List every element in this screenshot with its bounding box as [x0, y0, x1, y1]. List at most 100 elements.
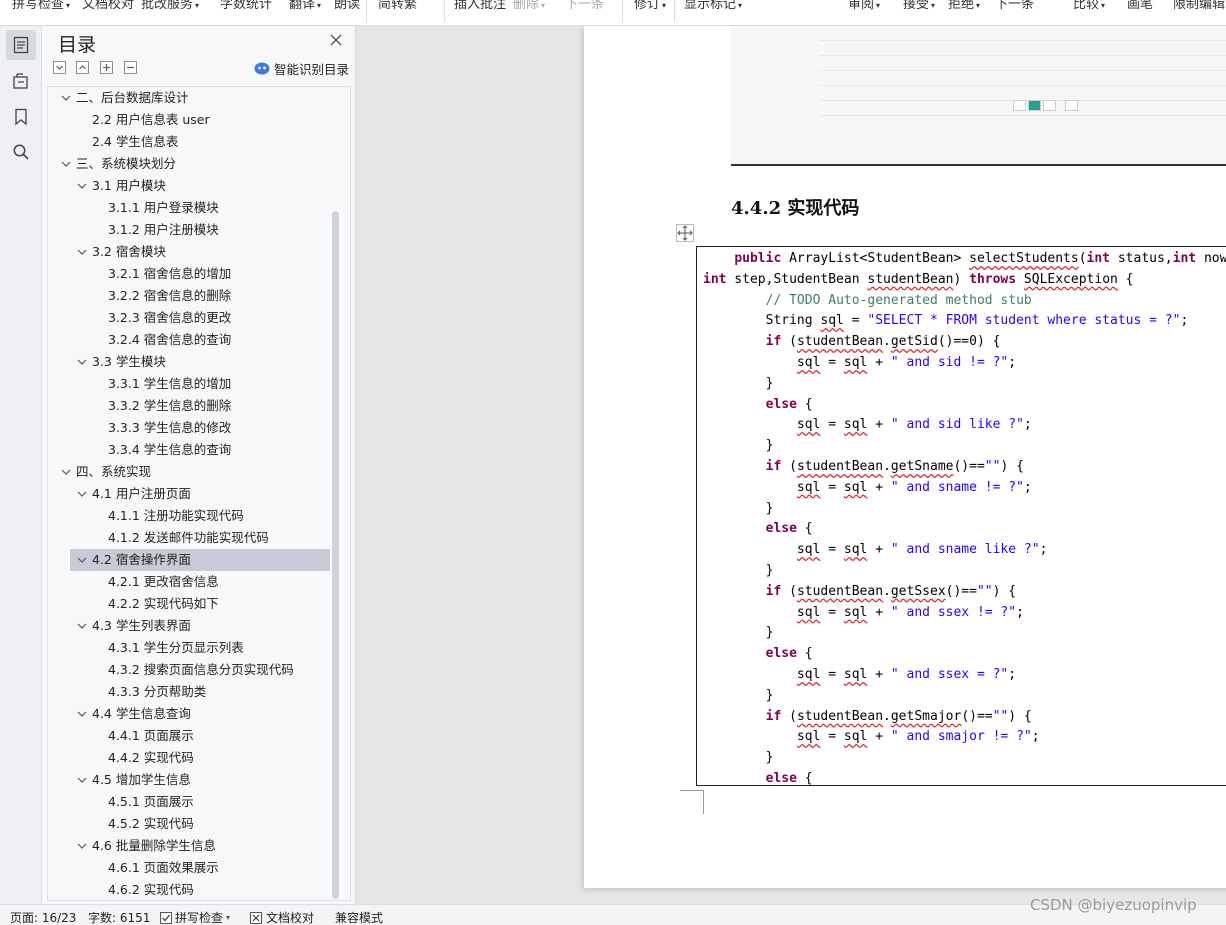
chevron-down-icon[interactable]: [77, 490, 87, 498]
ribbon-toolbar: 拼写检查 ▾ 文档校对 批改服务 ▾ 字数统计 翻译 ▾ 朗读 简转繁 插入批注 删除 ▾ 下一条 修订 ▾ 显…: [0, 0, 1226, 26]
toc-item[interactable]: 3.3.3 学生信息的修改: [48, 417, 326, 439]
toc-item[interactable]: 4.6.1 页面效果展示: [48, 857, 326, 879]
toc-item[interactable]: 4.3.1 学生分页显示列表: [48, 637, 326, 659]
page-corner-mark: [680, 790, 704, 814]
toc-item[interactable]: 4.1.2 发送邮件功能实现代码: [48, 527, 326, 549]
toolbar-item[interactable]: 拼写检查 ▾: [12, 0, 70, 15]
toc-item[interactable]: 2.4 学生信息表: [48, 131, 326, 153]
spell-check-toggle[interactable]: 拼写检查 ▾: [160, 910, 230, 925]
toolbar-item[interactable]: 文档校对: [82, 0, 134, 15]
toc-item[interactable]: 4.6 批量删除学生信息: [48, 835, 326, 857]
toc-item[interactable]: 3.3.1 学生信息的增加: [48, 373, 326, 395]
toc-scrollbar[interactable]: [332, 211, 339, 899]
code-token: SQLException: [1023, 271, 1118, 287]
toolbar-item[interactable]: 插入批注: [454, 0, 506, 15]
toc-item[interactable]: 3.2.3 宿舍信息的更改: [48, 307, 326, 329]
toc-item[interactable]: 4.3.2 搜索页面信息分页实现代码: [48, 659, 326, 681]
toc-item[interactable]: 4.1 用户注册页面: [48, 483, 326, 505]
toc-item[interactable]: 4.4.2 实现代码: [48, 747, 326, 769]
toolbar-item[interactable]: 比较 ▾: [1073, 0, 1105, 15]
toc-item[interactable]: 4.6.2 实现代码: [48, 879, 326, 900]
code-token: studentBean: [796, 334, 884, 350]
chevron-down-icon[interactable]: [61, 468, 71, 476]
toolbar-item[interactable]: 修订 ▾: [634, 0, 666, 15]
toc-item[interactable]: 4.5.1 页面展示: [48, 791, 326, 813]
toolbar-item[interactable]: 朗读: [334, 0, 360, 15]
chevron-down-icon[interactable]: [77, 358, 87, 366]
toc-item[interactable]: 3.3.2 学生信息的删除: [48, 395, 326, 417]
toolbar-item[interactable]: 字数统计: [220, 0, 272, 15]
code-token: " and ssex = ?": [890, 667, 1009, 682]
toc-item[interactable]: 4.2.1 更改宿舍信息: [48, 571, 326, 593]
toc-item-label: 3.2.4 宿舍信息的查询: [108, 332, 232, 347]
toc-item[interactable]: 4.2 宿舍操作界面: [70, 549, 330, 571]
chevron-down-icon[interactable]: [77, 182, 87, 190]
proofread-toggle[interactable]: 文档校对: [250, 910, 314, 925]
chevron-down-icon[interactable]: [61, 160, 71, 168]
toc-item[interactable]: 3.1 用户模块: [48, 175, 326, 197]
toolbar-item[interactable]: 简转繁: [378, 0, 417, 15]
toc-item[interactable]: 3.2.1 宿舍信息的增加: [48, 263, 326, 285]
add-heading-icon[interactable]: [100, 61, 113, 74]
toc-item[interactable]: 4.5.2 实现代码: [48, 813, 326, 835]
search-icon[interactable]: [6, 137, 36, 167]
toc-item[interactable]: 4.3.3 分页帮助类: [48, 681, 326, 703]
table-move-icon[interactable]: [676, 224, 694, 242]
toc-item[interactable]: 3.2.2 宿舍信息的删除: [48, 285, 326, 307]
code-token: +: [867, 479, 891, 495]
toc-item[interactable]: 四、系统实现: [48, 461, 326, 483]
toc-item[interactable]: 4.2.2 实现代码如下: [48, 593, 326, 615]
toc-item[interactable]: 3.3.4 学生信息的查询: [48, 439, 326, 461]
chevron-down-icon[interactable]: [77, 622, 87, 630]
word-count[interactable]: 字数: 6151: [88, 910, 150, 925]
toolbar-item-label: 拼写检查: [12, 0, 65, 12]
bookmark-icon[interactable]: [6, 102, 36, 132]
toc-item[interactable]: 3.1.1 用户登录模块: [48, 197, 326, 219]
toolbar-item[interactable]: 删除 ▾: [513, 0, 545, 15]
code-token: ) {: [992, 583, 1017, 599]
toolbar-item[interactable]: 显示标记 ▾: [684, 0, 742, 15]
chevron-down-icon[interactable]: [77, 842, 87, 850]
toc-item[interactable]: 3.3 学生模块: [48, 351, 326, 373]
toc-item[interactable]: 4.3 学生列表界面: [48, 615, 326, 637]
toolbar-item[interactable]: 审阅 ▾: [848, 0, 880, 15]
chevron-down-icon[interactable]: [77, 710, 87, 718]
toc-item[interactable]: 二、后台数据库设计: [48, 87, 326, 109]
smart-toc-button[interactable]: 智能识别目录: [254, 59, 349, 77]
code-token: else: [765, 396, 797, 412]
toc-item[interactable]: 2.2 用户信息表 user: [48, 109, 326, 131]
toolbar-item[interactable]: 接受 ▾: [903, 0, 935, 15]
toolbar-separator: [622, 0, 623, 22]
expand-up-icon[interactable]: [76, 61, 89, 74]
collapse-all-icon[interactable]: [53, 61, 66, 74]
chevron-down-icon[interactable]: [77, 556, 87, 564]
toc-item[interactable]: 4.1.1 注册功能实现代码: [48, 505, 326, 527]
remove-heading-icon[interactable]: [124, 61, 137, 74]
toc-item[interactable]: 4.4.1 页面展示: [48, 725, 326, 747]
toolbar-item[interactable]: 翻译 ▾: [289, 0, 321, 15]
page-indicator[interactable]: 页面: 16/23: [10, 910, 76, 925]
toc-item[interactable]: 3.2.4 宿舍信息的查询: [48, 329, 326, 351]
toc-item[interactable]: 3.1.2 用户注册模块: [48, 219, 326, 241]
code-token: throws: [969, 271, 1017, 287]
toolbar-item[interactable]: 下一条: [995, 0, 1034, 15]
toolbar-item[interactable]: 拒绝 ▾: [948, 0, 980, 15]
chevron-down-icon[interactable]: [61, 94, 71, 102]
toc-icon[interactable]: [6, 30, 36, 60]
toc-item[interactable]: 三、系统模块划分: [48, 153, 326, 175]
chevron-down-icon[interactable]: [77, 248, 87, 256]
code-token: sql: [796, 417, 821, 433]
toc-item[interactable]: 3.2 宿舍模块: [48, 241, 326, 263]
toolbar-item[interactable]: 限制编辑: [1173, 0, 1225, 15]
navigation-icon[interactable]: [6, 66, 36, 96]
toolbar-item[interactable]: 批改服务 ▾: [141, 0, 199, 15]
toolbar-item[interactable]: 画笔: [1127, 0, 1153, 15]
close-icon[interactable]: [328, 32, 344, 48]
toolbar-item[interactable]: 下一条: [565, 0, 604, 15]
toc-item[interactable]: 4.5 增加学生信息: [48, 769, 326, 791]
toc-item[interactable]: 4.4 学生信息查询: [48, 703, 326, 725]
code-block[interactable]: public ArrayList<StudentBean> selectStud…: [696, 246, 1226, 786]
toc-item-label: 3.2.2 宿舍信息的删除: [108, 288, 232, 303]
chevron-down-icon[interactable]: [77, 776, 87, 784]
